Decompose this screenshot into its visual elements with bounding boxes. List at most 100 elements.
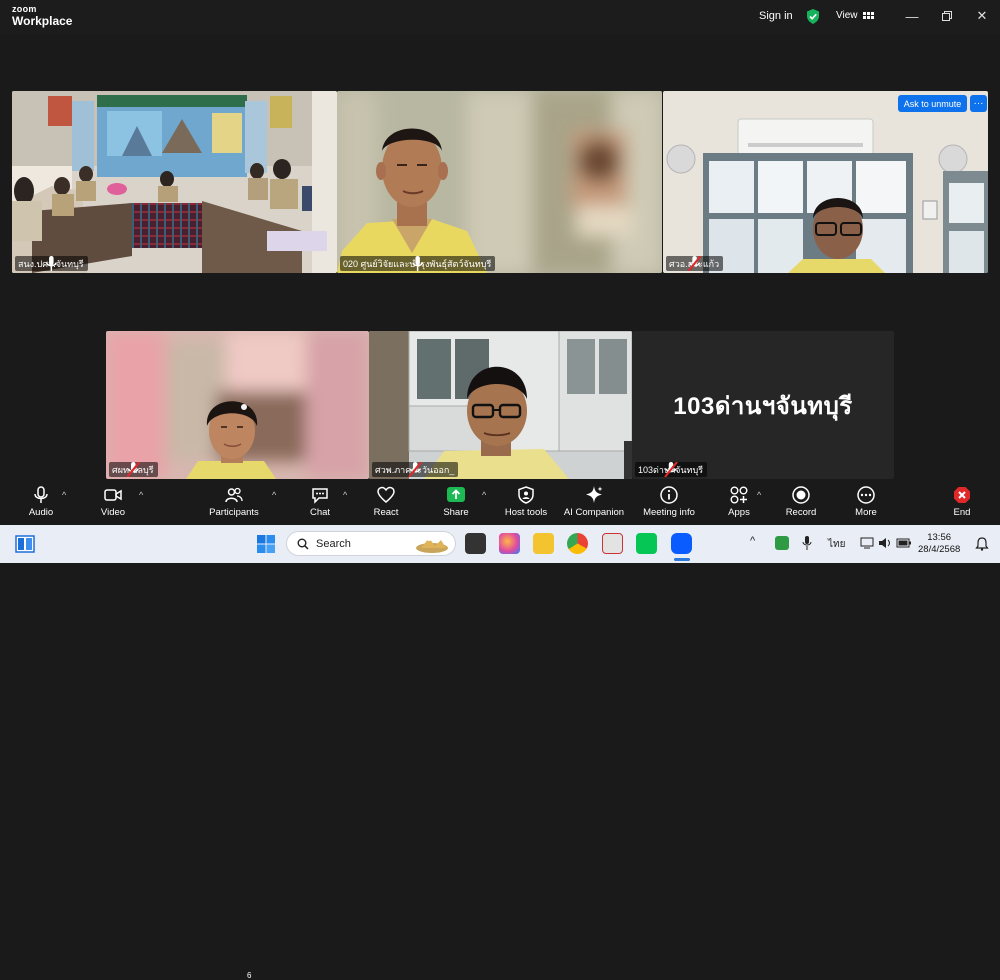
search-icon — [297, 538, 309, 550]
search-placeholder: Search — [316, 537, 351, 550]
network-icon[interactable] — [860, 536, 874, 550]
apps-options-chevron-icon[interactable]: ^ — [757, 490, 761, 500]
apps-grid-icon — [730, 486, 748, 504]
info-icon — [660, 486, 678, 504]
meeting-info-label: Meeting info — [643, 507, 695, 518]
tile-more-options-button[interactable]: ··· — [970, 95, 987, 112]
mic-on-icon — [46, 256, 57, 271]
view-label: View — [836, 10, 858, 21]
tray-microphone-icon[interactable] — [802, 536, 812, 550]
windows-taskbar: Search ^ ไทย 13:56 28/4/2568 — [0, 525, 1000, 563]
video-tile-6-no-video[interactable]: 103ด่านฯจันทบุรี 103ด่านฯจันทบุรี — [632, 331, 894, 479]
zoom-workplace-logo: zoom Workplace — [12, 4, 73, 28]
ai-sparkle-icon — [586, 486, 603, 503]
restore-icon[interactable] — [940, 9, 954, 23]
volume-icon[interactable] — [878, 536, 892, 550]
audio-options-chevron-icon[interactable]: ^ — [62, 490, 66, 500]
video-options-chevron-icon[interactable]: ^ — [139, 490, 143, 500]
file-explorer-icon[interactable] — [533, 533, 554, 554]
host-tools-label: Host tools — [504, 507, 548, 518]
mic-on-icon — [412, 256, 423, 271]
language-indicator[interactable]: ไทย — [828, 537, 845, 552]
apps-label: Apps — [728, 507, 750, 518]
line-app-icon[interactable] — [636, 533, 657, 554]
logo-bottom-text: Workplace — [12, 14, 73, 28]
participants-label: Participants — [209, 507, 259, 518]
mic-muted-icon — [687, 256, 702, 271]
mic-muted-icon — [408, 462, 422, 477]
more-label: More — [855, 507, 877, 518]
grid-view-icon — [862, 12, 874, 19]
chrome-icon[interactable] — [567, 533, 588, 554]
microphone-icon — [34, 486, 48, 503]
tray-app-icon[interactable] — [775, 536, 789, 550]
share-options-chevron-icon[interactable]: ^ — [482, 490, 486, 500]
participant-name-tag: ศวอ.สระแก้ว — [666, 256, 724, 271]
end-call-icon — [954, 487, 970, 503]
minimize-icon[interactable]: — — [905, 9, 919, 24]
acrobat-icon[interactable] — [602, 533, 623, 554]
clock-date: 28/4/2568 — [918, 544, 961, 555]
audio-label: Audio — [28, 507, 54, 518]
view-button[interactable]: View — [836, 10, 874, 21]
taskbar-search-box[interactable]: Search — [286, 531, 456, 556]
mic-muted-icon — [126, 462, 141, 477]
apps-button[interactable]: Apps — [704, 486, 774, 518]
copilot-icon[interactable] — [499, 533, 520, 554]
share-label: Share — [443, 507, 469, 518]
zoom-app-icon[interactable] — [671, 533, 692, 554]
participants-count-badge: 6 — [247, 971, 252, 980]
task-view-icon[interactable] — [465, 533, 486, 554]
host-tools-button[interactable]: Host tools — [491, 486, 561, 518]
clock-time: 13:56 — [927, 532, 952, 543]
meeting-room-video — [12, 91, 337, 273]
security-shield-icon[interactable] — [806, 9, 820, 24]
participant-display-name: 103ด่านฯจันทบุรี — [673, 392, 853, 420]
mic-muted-icon — [664, 462, 678, 477]
logo-top-text: zoom — [12, 4, 37, 14]
system-clock[interactable]: 13:56 28/4/2568 — [918, 532, 960, 556]
participant-name-tag: ศผท.ชลบุรี — [109, 462, 158, 477]
title-bar: zoom Workplace Sign in View — ✕ — [0, 0, 1000, 34]
more-dots-icon — [857, 486, 875, 504]
more-button[interactable]: More — [831, 486, 901, 518]
ask-to-unmute-button[interactable]: Ask to unmute — [898, 95, 967, 112]
share-button[interactable]: Share — [421, 486, 491, 518]
video-tile-1[interactable]: สนง.ปศจ.จันทบุรี — [12, 91, 337, 273]
participant-name-tag: ศวพ.ภาคตะวันออก_ — [372, 462, 459, 477]
participants-options-chevron-icon[interactable]: ^ — [272, 490, 276, 500]
chevron-up-icon[interactable]: ^ — [750, 535, 755, 547]
chat-label: Chat — [309, 507, 331, 518]
participants-icon — [225, 487, 243, 503]
sign-in-link[interactable]: Sign in — [759, 10, 793, 22]
record-button[interactable]: Record — [766, 486, 836, 518]
chat-options-chevron-icon[interactable]: ^ — [343, 490, 347, 500]
participant-video — [369, 331, 632, 479]
battery-icon[interactable] — [896, 537, 912, 549]
ai-companion-button[interactable]: AI Companion — [559, 486, 629, 518]
video-camera-icon — [104, 489, 122, 501]
participant-name-tag: 020 ศูนย์วิจัยและบำรุงพันธุ์สัตว์จันทบุร… — [340, 256, 496, 271]
heart-icon — [377, 486, 395, 503]
close-icon[interactable]: ✕ — [975, 8, 989, 23]
meeting-info-button[interactable]: Meeting info — [634, 486, 704, 518]
video-tile-3[interactable]: ศวอ.สระแก้ว — [663, 91, 988, 273]
video-button[interactable]: Video — [78, 486, 148, 518]
share-screen-icon — [447, 487, 465, 502]
participant-name-tag: สนง.ปศจ.จันทบุรี — [15, 256, 88, 271]
react-label: React — [373, 507, 399, 518]
react-button[interactable]: React — [351, 486, 421, 518]
participants-button[interactable]: Participants — [199, 486, 269, 518]
widgets-icon[interactable] — [15, 534, 35, 554]
notification-bell-icon[interactable] — [975, 537, 989, 551]
record-label: Record — [785, 507, 817, 518]
video-label: Video — [100, 507, 126, 518]
participant-video — [106, 331, 369, 479]
video-tile-2-active-speaker[interactable]: 020 ศูนย์วิจัยและบำรุงพันธุ์สัตว์จันทบุร… — [337, 91, 662, 273]
meeting-toolbar: Audio ^ Video ^ Participants 6 ^ Chat ^ … — [0, 480, 1000, 980]
windows-start-icon[interactable] — [256, 534, 276, 554]
video-tile-5[interactable]: ศวพ.ภาคตะวันออก_ — [369, 331, 632, 479]
video-tile-4[interactable]: ศผท.ชลบุรี — [106, 331, 369, 479]
end-meeting-button[interactable]: End — [927, 486, 997, 518]
record-icon — [792, 486, 810, 504]
